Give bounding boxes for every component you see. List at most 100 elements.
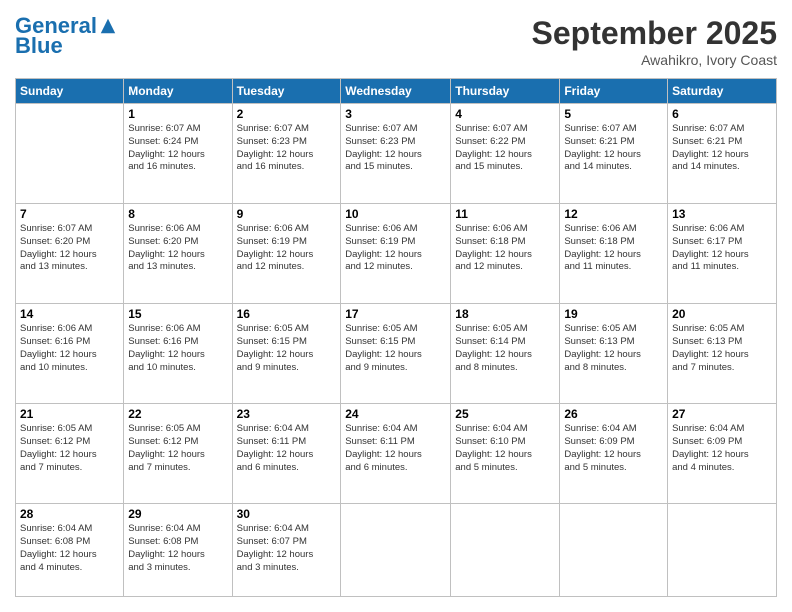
day-info: Sunrise: 6:07 AM Sunset: 6:23 PM Dayligh… <box>345 123 446 174</box>
day-number: 11 <box>455 207 555 221</box>
calendar-week-row: 14 Sunrise: 6:06 AM Sunset: 6:16 PM Dayli… <box>16 304 777 404</box>
day-number: 5 <box>564 107 663 121</box>
table-row: 8Sunrise: 6:06 AM Sunset: 6:20 PM Daylig… <box>124 204 232 304</box>
day-info: Sunrise: 6:04 AM Sunset: 6:11 PM Dayligh… <box>237 423 337 474</box>
day-number: 30 <box>237 507 337 521</box>
col-wednesday: Wednesday <box>341 79 451 104</box>
day-info: Sunrise: 6:07 AM Sunset: 6:20 PM Dayligh… <box>20 223 119 274</box>
title-block: September 2025 Awahikro, Ivory Coast <box>532 15 777 68</box>
table-row: 6Sunrise: 6:07 AM Sunset: 6:21 PM Daylig… <box>668 104 777 204</box>
table-row: 21 Sunrise: 6:05 AM Sunset: 6:12 PM Dayli… <box>16 404 124 504</box>
col-thursday: Thursday <box>451 79 560 104</box>
day-info: Sunrise: 6:06 AM Sunset: 6:16 PM Dayligh… <box>128 323 227 374</box>
location: Awahikro, Ivory Coast <box>532 52 777 68</box>
header: General Blue September 2025 Awahikro, Iv… <box>15 15 777 68</box>
table-row: 14 Sunrise: 6:06 AM Sunset: 6:16 PM Dayli… <box>16 304 124 404</box>
day-info: Sunrise: 6:06 AM Sunset: 6:16 PM Dayligh… <box>20 323 119 374</box>
calendar-table: Sunday Monday Tuesday Wednesday Thursday… <box>15 78 777 597</box>
day-number: 22 <box>128 407 227 421</box>
logo-icon <box>99 17 117 35</box>
day-info: Sunrise: 6:05 AM Sunset: 6:12 PM Dayligh… <box>20 423 119 474</box>
day-info: Sunrise: 6:04 AM Sunset: 6:08 PM Dayligh… <box>128 523 227 574</box>
day-number: 28 <box>20 507 119 521</box>
day-number: 20 <box>672 307 772 321</box>
table-row: 7Sunrise: 6:07 AM Sunset: 6:20 PM Daylig… <box>16 204 124 304</box>
day-number: 16 <box>237 307 337 321</box>
logo-blue: Blue <box>15 33 63 59</box>
table-row: 24Sunrise: 6:04 AM Sunset: 6:11 PM Dayli… <box>341 404 451 504</box>
col-saturday: Saturday <box>668 79 777 104</box>
day-info: Sunrise: 6:06 AM Sunset: 6:19 PM Dayligh… <box>237 223 337 274</box>
table-row: 3 Sunrise: 6:07 AM Sunset: 6:23 PM Daylig… <box>341 104 451 204</box>
day-info: Sunrise: 6:07 AM Sunset: 6:22 PM Dayligh… <box>455 123 555 174</box>
day-number: 4 <box>455 107 555 121</box>
day-info: Sunrise: 6:06 AM Sunset: 6:17 PM Dayligh… <box>672 223 772 274</box>
logo: General Blue <box>15 15 117 59</box>
day-number: 1 <box>128 107 227 121</box>
day-number: 13 <box>672 207 772 221</box>
month-title: September 2025 <box>532 15 777 52</box>
table-row: 9 Sunrise: 6:06 AM Sunset: 6:19 PM Daylig… <box>232 204 341 304</box>
table-row: 17 Sunrise: 6:05 AM Sunset: 6:15 PM Dayli… <box>341 304 451 404</box>
table-row: 10Sunrise: 6:06 AM Sunset: 6:19 PM Dayli… <box>341 204 451 304</box>
table-row: 16 Sunrise: 6:05 AM Sunset: 6:15 PM Dayli… <box>232 304 341 404</box>
table-row: 15 Sunrise: 6:06 AM Sunset: 6:16 PM Dayli… <box>124 304 232 404</box>
table-row: 4 Sunrise: 6:07 AM Sunset: 6:22 PM Daylig… <box>451 104 560 204</box>
day-info: Sunrise: 6:07 AM Sunset: 6:21 PM Dayligh… <box>564 123 663 174</box>
calendar-week-row: 28 Sunrise: 6:04 AM Sunset: 6:08 PM Dayli… <box>16 504 777 597</box>
col-tuesday: Tuesday <box>232 79 341 104</box>
table-row <box>560 504 668 597</box>
table-row: 19 Sunrise: 6:05 AM Sunset: 6:13 PM Dayli… <box>560 304 668 404</box>
day-number: 12 <box>564 207 663 221</box>
day-number: 25 <box>455 407 555 421</box>
day-info: Sunrise: 6:07 AM Sunset: 6:23 PM Dayligh… <box>237 123 337 174</box>
day-number: 24 <box>345 407 446 421</box>
table-row: 1 Sunrise: 6:07 AM Sunset: 6:24 PM Daylig… <box>124 104 232 204</box>
day-number: 26 <box>564 407 663 421</box>
day-number: 19 <box>564 307 663 321</box>
day-info: Sunrise: 6:04 AM Sunset: 6:09 PM Dayligh… <box>672 423 772 474</box>
calendar-week-row: 7Sunrise: 6:07 AM Sunset: 6:20 PM Daylig… <box>16 204 777 304</box>
day-number: 21 <box>20 407 119 421</box>
calendar-header-row: Sunday Monday Tuesday Wednesday Thursday… <box>16 79 777 104</box>
table-row: 29 Sunrise: 6:04 AM Sunset: 6:08 PM Dayli… <box>124 504 232 597</box>
table-row: 27 Sunrise: 6:04 AM Sunset: 6:09 PM Dayli… <box>668 404 777 504</box>
day-info: Sunrise: 6:05 AM Sunset: 6:13 PM Dayligh… <box>564 323 663 374</box>
table-row: 30 Sunrise: 6:04 AM Sunset: 6:07 PM Dayli… <box>232 504 341 597</box>
col-sunday: Sunday <box>16 79 124 104</box>
day-info: Sunrise: 6:06 AM Sunset: 6:18 PM Dayligh… <box>455 223 555 274</box>
day-info: Sunrise: 6:05 AM Sunset: 6:15 PM Dayligh… <box>345 323 446 374</box>
day-number: 2 <box>237 107 337 121</box>
day-info: Sunrise: 6:07 AM Sunset: 6:24 PM Dayligh… <box>128 123 227 174</box>
day-number: 18 <box>455 307 555 321</box>
table-row <box>341 504 451 597</box>
day-info: Sunrise: 6:05 AM Sunset: 6:12 PM Dayligh… <box>128 423 227 474</box>
day-info: Sunrise: 6:04 AM Sunset: 6:07 PM Dayligh… <box>237 523 337 574</box>
table-row: 12 Sunrise: 6:06 AM Sunset: 6:18 PM Dayli… <box>560 204 668 304</box>
day-number: 17 <box>345 307 446 321</box>
day-number: 27 <box>672 407 772 421</box>
table-row: 5 Sunrise: 6:07 AM Sunset: 6:21 PM Daylig… <box>560 104 668 204</box>
table-row <box>668 504 777 597</box>
day-info: Sunrise: 6:07 AM Sunset: 6:21 PM Dayligh… <box>672 123 772 174</box>
table-row <box>16 104 124 204</box>
calendar-week-row: 1 Sunrise: 6:07 AM Sunset: 6:24 PM Daylig… <box>16 104 777 204</box>
table-row: 26Sunrise: 6:04 AM Sunset: 6:09 PM Dayli… <box>560 404 668 504</box>
day-number: 29 <box>128 507 227 521</box>
table-row: 13 Sunrise: 6:06 AM Sunset: 6:17 PM Dayli… <box>668 204 777 304</box>
day-number: 14 <box>20 307 119 321</box>
day-number: 3 <box>345 107 446 121</box>
table-row: 2 Sunrise: 6:07 AM Sunset: 6:23 PM Daylig… <box>232 104 341 204</box>
day-number: 9 <box>237 207 337 221</box>
table-row: 25 Sunrise: 6:04 AM Sunset: 6:10 PM Dayli… <box>451 404 560 504</box>
table-row: 28Sunrise: 6:04 AM Sunset: 6:08 PM Dayli… <box>16 504 124 597</box>
day-info: Sunrise: 6:06 AM Sunset: 6:18 PM Dayligh… <box>564 223 663 274</box>
day-info: Sunrise: 6:05 AM Sunset: 6:14 PM Dayligh… <box>455 323 555 374</box>
day-info: Sunrise: 6:05 AM Sunset: 6:15 PM Dayligh… <box>237 323 337 374</box>
day-number: 15 <box>128 307 227 321</box>
day-info: Sunrise: 6:04 AM Sunset: 6:10 PM Dayligh… <box>455 423 555 474</box>
day-number: 10 <box>345 207 446 221</box>
day-number: 23 <box>237 407 337 421</box>
day-info: Sunrise: 6:06 AM Sunset: 6:20 PM Dayligh… <box>128 223 227 274</box>
day-info: Sunrise: 6:05 AM Sunset: 6:13 PM Dayligh… <box>672 323 772 374</box>
